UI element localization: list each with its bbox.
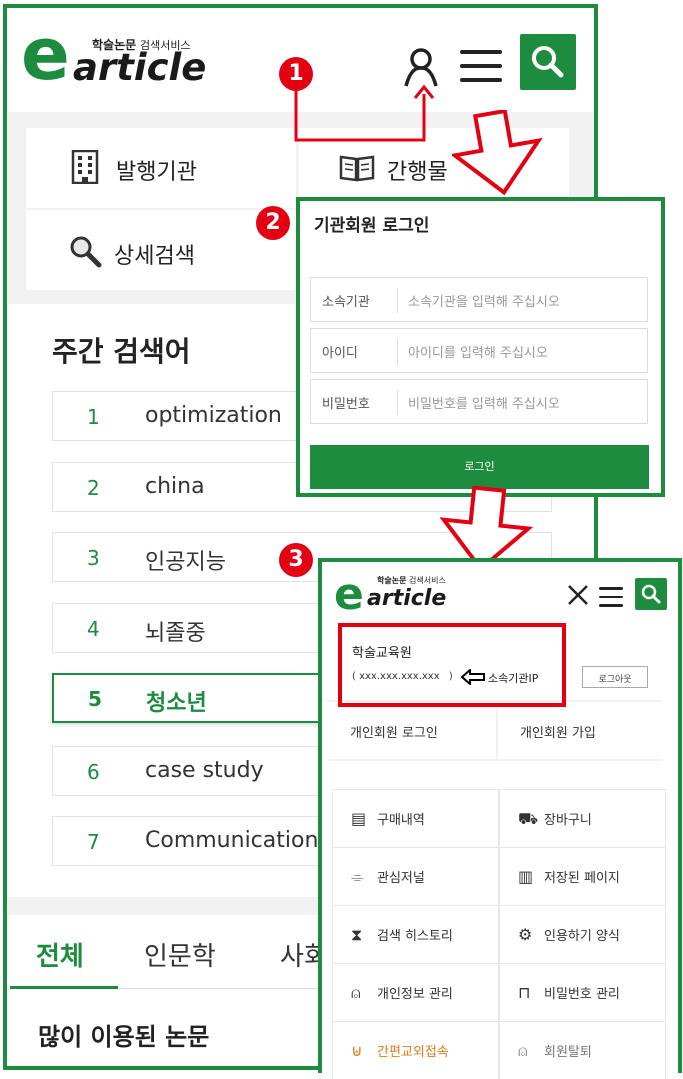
cart-icon: ⛟ — [518, 809, 539, 828]
keyword-text: china — [145, 474, 205, 499]
logo-text: article — [367, 586, 447, 611]
document-icon: ▤ — [351, 809, 367, 828]
password-field[interactable]: 비밀번호 비밀번호를 입력해 주십시오 — [310, 379, 648, 424]
search-button[interactable] — [520, 34, 576, 90]
menu-cart[interactable]: ⛟ 장바구니 — [500, 790, 665, 847]
institution-field[interactable]: 소속기관 소속기관을 입력해 주십시오 — [310, 277, 648, 322]
logout-button[interactable]: 로그아웃 — [582, 666, 648, 688]
close-icon[interactable] — [567, 584, 589, 606]
mouse-icon: ⊎ — [351, 1041, 363, 1060]
hourglass-icon: ⧗ — [351, 925, 363, 944]
keyword-rank: 6 — [87, 760, 100, 784]
menu-password[interactable]: ⊓ 비밀번호 관리 — [500, 964, 665, 1021]
logo-e: e — [21, 12, 70, 96]
menu-search-history[interactable]: ⧗ 검색 히스토리 — [333, 906, 498, 963]
tab-all[interactable]: 전체 — [10, 922, 118, 992]
step-2-marker: 2 — [256, 206, 290, 240]
popular-title: 많이 이용된 논문 — [38, 1023, 210, 1051]
keyword-text: Communication — [145, 828, 319, 853]
step-1-arrow — [294, 84, 435, 142]
hamburger-menu-icon[interactable] — [460, 50, 502, 82]
logged-in-panel: e article 학술논문 검색서비스 학술교육원 ( xxx.xxx.xxx… — [318, 558, 682, 1079]
keyword-rank: 1 — [87, 405, 100, 429]
tab-active-underline — [10, 986, 118, 989]
keyword-text: 청소년 — [146, 691, 207, 716]
keyword-rank: 4 — [87, 617, 100, 641]
lock-icon: ⊓ — [518, 983, 531, 1002]
step-3-marker: 3 — [279, 543, 313, 577]
highlight-box — [338, 623, 566, 707]
logo-e: e — [334, 569, 364, 620]
password-input[interactable]: 비밀번호를 입력해 주십시오 — [408, 393, 560, 412]
login-button[interactable]: 로그인 — [310, 445, 649, 489]
magnifier-icon — [70, 236, 102, 268]
weekly-title: 주간 검색어 — [52, 335, 191, 368]
keyword-rank: 5 — [88, 687, 102, 711]
search-icon — [532, 46, 564, 78]
login-title: 기관회원 로그인 — [314, 216, 430, 236]
user-icon[interactable] — [403, 47, 439, 87]
publication-label: 간행물 — [387, 160, 448, 185]
publisher-label: 발행기관 — [116, 160, 197, 185]
keyword-text: case study — [145, 758, 264, 783]
tab-humanities[interactable]: 인문학 — [120, 922, 240, 992]
account-menu: ▤ 구매내역 ⛟ 장바구니 ⌯ 관심저널 ▥ 저장된 페이지 ⧗ 검색 히스토리 ⚙ 인용하… — [332, 789, 666, 1079]
keyword-rank: 3 — [87, 546, 100, 570]
personal-join-button[interactable]: 개인회원 가입 — [498, 702, 662, 759]
user-icon: ⍝ — [351, 983, 361, 1002]
search-icon — [641, 584, 661, 604]
logo-tagline: 학술논문 검색서비스 — [377, 576, 446, 585]
search-button[interactable] — [635, 578, 667, 610]
menu-withdraw[interactable]: ⍝ 회원탈퇴 — [500, 1022, 665, 1079]
logo-tagline: 학술논문 검색서비스 — [92, 38, 191, 52]
menu-favorite-journals[interactable]: ⌯ 관심저널 — [333, 848, 498, 905]
gears-icon: ⚙ — [518, 925, 533, 944]
institution-input[interactable]: 소속기관을 입력해 주십시오 — [408, 291, 560, 310]
institution-login-panel: 기관회원 로그인 소속기관 소속기관을 입력해 주십시오 아이디 아이디를 입력해 … — [296, 197, 665, 497]
personal-login-button[interactable]: 개인회원 로그인 — [326, 702, 496, 759]
keyword-text: optimization — [145, 403, 282, 428]
menu-remote-access[interactable]: ⊎ 간편교외접속 — [333, 1022, 498, 1079]
menu-purchase-history[interactable]: ▤ 구매내역 — [333, 790, 498, 847]
keyword-text: 인공지능 — [145, 550, 226, 575]
book-icon: ▥ — [518, 867, 534, 886]
bookmark-icon: ⌯ — [351, 867, 364, 886]
advanced-search-label: 상세검색 — [114, 244, 195, 269]
building-icon — [71, 150, 99, 184]
menu-citation-style[interactable]: ⚙ 인용하기 양식 — [500, 906, 665, 963]
id-field[interactable]: 아이디 아이디를 입력해 주십시오 — [310, 328, 648, 373]
flow-arrow-1 — [452, 110, 543, 196]
user-settings-icon: ⍝ — [518, 1041, 528, 1060]
publisher-link[interactable]: 발행기관 — [26, 128, 296, 208]
keyword-rank: 7 — [87, 830, 100, 854]
menu-saved-pages[interactable]: ▥ 저장된 페이지 — [500, 848, 665, 905]
menu-personal-info[interactable]: ⍝ 개인정보 관리 — [333, 964, 498, 1021]
keyword-rank: 2 — [87, 476, 100, 500]
hamburger-menu-icon[interactable] — [599, 587, 623, 607]
id-input[interactable]: 아이디를 입력해 주십시오 — [408, 342, 548, 361]
open-book-icon — [339, 155, 375, 182]
keyword-text: 뇌졸중 — [145, 621, 206, 646]
